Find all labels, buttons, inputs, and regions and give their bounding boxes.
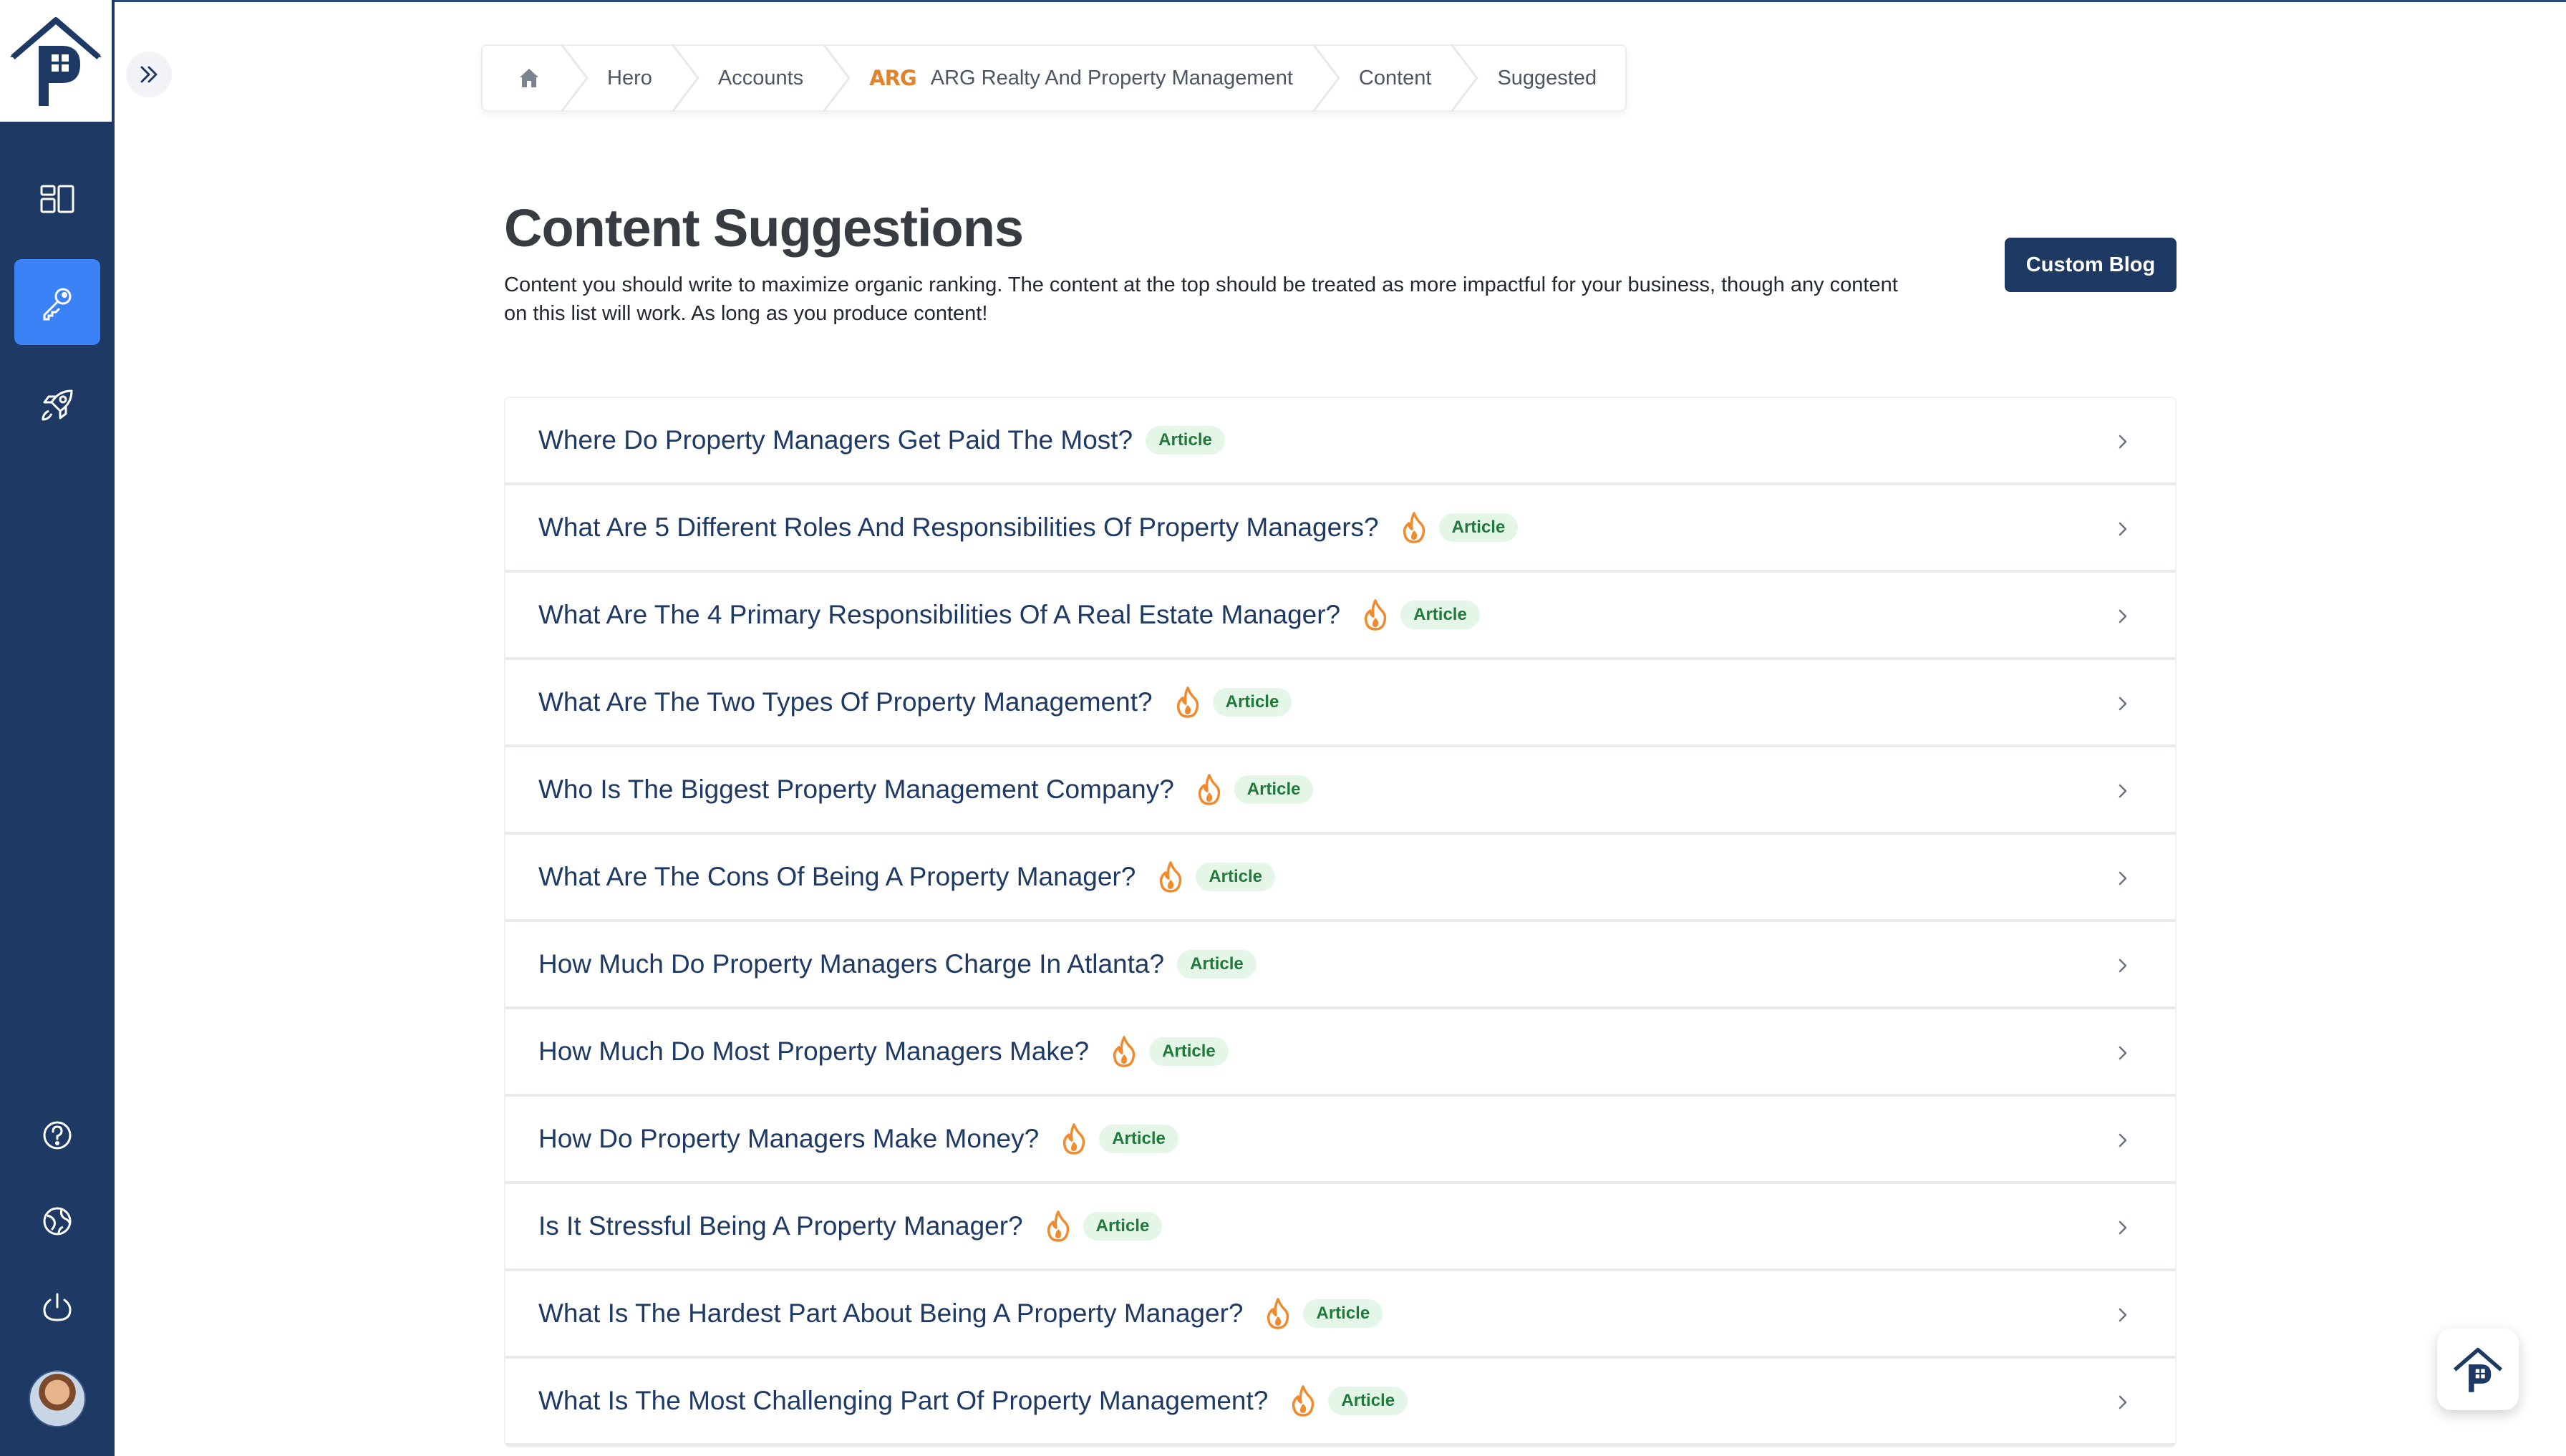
sidebar bbox=[0, 0, 115, 1456]
content-type-badge: Article bbox=[1400, 601, 1480, 629]
suggestion-title: What Is The Most Challenging Part Of Pro… bbox=[538, 1386, 1269, 1415]
suggestion-row[interactable]: What Are The Two Types Of Property Manag… bbox=[505, 660, 2175, 747]
breadcrumb-separator bbox=[822, 44, 851, 112]
suggestion-row[interactable]: How Do Property Managers Make Money? Arti… bbox=[505, 1097, 2175, 1184]
suggestion-row[interactable]: What Are 5 Different Roles And Responsib… bbox=[505, 485, 2175, 573]
suggestion-row[interactable]: What Are The Cons Of Being A Property Ma… bbox=[505, 835, 2175, 922]
breadcrumb-item-hero[interactable]: Hero bbox=[607, 46, 652, 110]
power-icon[interactable] bbox=[14, 1264, 100, 1350]
avatar[interactable] bbox=[29, 1370, 86, 1427]
fire-icon bbox=[1363, 599, 1388, 631]
content-type-badge: Article bbox=[1303, 1299, 1383, 1328]
property-house-logo-icon[interactable] bbox=[0, 0, 113, 122]
chevron-right-icon bbox=[2114, 432, 2132, 451]
content-type-badge: Article bbox=[1177, 950, 1257, 979]
chevron-right-icon bbox=[2114, 520, 2132, 538]
breadcrumb-item-suggested[interactable]: Suggested bbox=[1497, 46, 1597, 110]
chevron-right-icon bbox=[2114, 869, 2132, 888]
suggestion-title: Where Do Property Managers Get Paid The … bbox=[538, 425, 1133, 455]
page-title: Content Suggestions bbox=[504, 198, 1024, 258]
suggestion-row[interactable]: How Much Do Most Property Managers Make?… bbox=[505, 1009, 2175, 1097]
expand-sidebar-button[interactable] bbox=[126, 52, 172, 97]
content-type-badge: Article bbox=[1212, 688, 1292, 717]
suggestion-title: What Is The Hardest Part About Being A P… bbox=[538, 1299, 1244, 1328]
content-type-badge: Article bbox=[1438, 513, 1519, 542]
help-circle-icon[interactable] bbox=[14, 1092, 100, 1178]
content-type-badge: Article bbox=[1083, 1212, 1163, 1241]
suggestion-title: What Are The 4 Primary Responsibilities … bbox=[538, 600, 1341, 629]
app-root: Hero Accounts ARG ARG Realty And Propert… bbox=[0, 0, 2566, 1456]
chevron-right-icon bbox=[2114, 1306, 2132, 1324]
chevron-right-icon bbox=[2114, 956, 2132, 975]
property-house-logo-icon bbox=[2453, 1347, 2503, 1392]
suggestion-list: Where Do Property Managers Get Paid The … bbox=[504, 397, 2177, 1447]
custom-blog-button[interactable]: Custom Blog bbox=[2005, 238, 2177, 292]
fire-icon bbox=[1158, 861, 1183, 893]
breadcrumb-separator bbox=[560, 44, 589, 112]
suggestion-title: How Much Do Most Property Managers Make? bbox=[538, 1037, 1090, 1066]
suggestion-row[interactable]: How Much Do Property Managers Charge In … bbox=[505, 922, 2175, 1009]
fire-icon bbox=[1046, 1210, 1070, 1242]
breadcrumb-item-accounts[interactable]: Accounts bbox=[718, 46, 803, 110]
chevron-right-icon bbox=[2114, 1218, 2132, 1237]
suggestion-row[interactable]: What Is The Most Challenging Part Of Pro… bbox=[505, 1359, 2175, 1446]
suggestion-title: What Are The Two Types Of Property Manag… bbox=[538, 687, 1153, 717]
page-description: Content you should write to maximize org… bbox=[504, 273, 1898, 325]
chevron-right-icon bbox=[2114, 1393, 2132, 1412]
fire-icon bbox=[1176, 686, 1200, 718]
chevron-right-icon bbox=[2114, 1044, 2132, 1062]
breadcrumb-separator bbox=[671, 44, 699, 112]
chevron-right-icon bbox=[2114, 694, 2132, 713]
content-type-badge: Article bbox=[1149, 1037, 1229, 1066]
content-type-badge: Article bbox=[1234, 775, 1314, 804]
top-accent-line bbox=[0, 0, 2566, 2]
suggestion-row[interactable]: Who Is The Biggest Property Management C… bbox=[505, 747, 2175, 835]
breadcrumb: Hero Accounts ARG ARG Realty And Propert… bbox=[481, 44, 1627, 112]
suggestion-title: Who Is The Biggest Property Management C… bbox=[538, 775, 1174, 804]
content-type-badge: Article bbox=[1196, 863, 1276, 891]
double-chevron-right-icon bbox=[140, 66, 158, 83]
globe-icon[interactable] bbox=[14, 1178, 100, 1264]
breadcrumb-separator bbox=[1450, 44, 1479, 112]
breadcrumb-account-label: ARG Realty And Property Management bbox=[930, 66, 1293, 89]
suggestion-title: Is It Stressful Being A Property Manager… bbox=[538, 1211, 1023, 1241]
fire-icon bbox=[1266, 1298, 1290, 1329]
suggestion-row[interactable]: What Is The Hardest Part About Being A P… bbox=[505, 1271, 2175, 1359]
breadcrumb-item-content[interactable]: Content bbox=[1359, 46, 1432, 110]
breadcrumb-item-account[interactable]: ARG ARG Realty And Property Management bbox=[869, 46, 1293, 110]
chevron-right-icon bbox=[2114, 607, 2132, 626]
suggestion-title: What Are The Cons Of Being A Property Ma… bbox=[538, 862, 1136, 891]
content-type-badge: Article bbox=[1328, 1387, 1408, 1415]
content-type-badge: Article bbox=[1146, 426, 1225, 455]
suggestion-title: How Much Do Property Managers Charge In … bbox=[538, 949, 1165, 979]
content-type-badge: Article bbox=[1099, 1125, 1178, 1153]
suggestion-row[interactable]: What Are The 4 Primary Responsibilities … bbox=[505, 573, 2175, 660]
fire-icon bbox=[1402, 512, 1426, 543]
breadcrumb-separator bbox=[1312, 44, 1340, 112]
suggestion-row[interactable]: Is It Stressful Being A Property Manager… bbox=[505, 1184, 2175, 1271]
key-icon[interactable] bbox=[14, 259, 100, 345]
chevron-right-icon bbox=[2114, 1131, 2132, 1150]
account-logo: ARG bbox=[869, 66, 917, 90]
chevron-right-icon bbox=[2114, 782, 2132, 800]
suggestion-row[interactable]: Where Do Property Managers Get Paid The … bbox=[505, 398, 2175, 485]
fire-icon bbox=[1062, 1123, 1086, 1155]
suggestion-title: How Do Property Managers Make Money? bbox=[538, 1124, 1040, 1153]
suggestion-title: What Are 5 Different Roles And Responsib… bbox=[538, 513, 1379, 542]
home-icon bbox=[520, 69, 538, 87]
fire-icon bbox=[1197, 774, 1221, 805]
fire-icon bbox=[1291, 1385, 1315, 1417]
breadcrumb-home[interactable] bbox=[517, 46, 541, 110]
support-widget-button[interactable] bbox=[2437, 1329, 2519, 1410]
rocket-icon[interactable] bbox=[14, 362, 100, 448]
dashboard-icon[interactable] bbox=[14, 156, 100, 242]
fire-icon bbox=[1112, 1036, 1136, 1067]
